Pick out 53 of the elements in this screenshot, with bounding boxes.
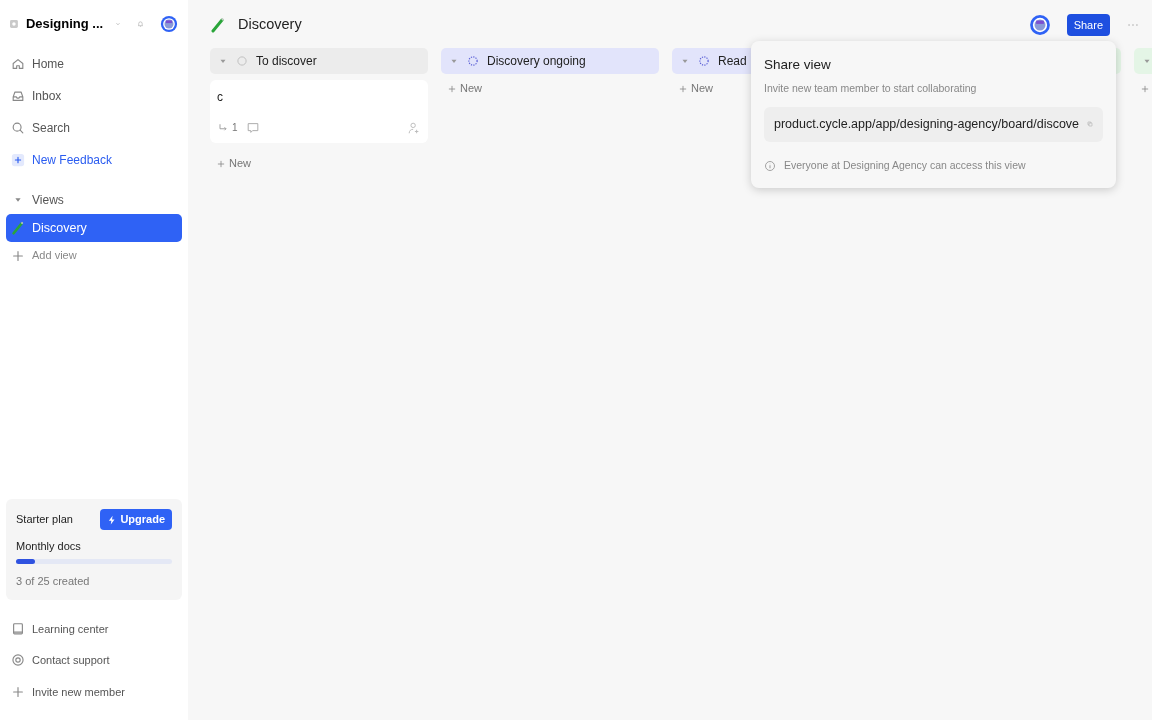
lifebuoy-icon — [11, 653, 25, 668]
progress-icon — [467, 55, 479, 67]
page-title: Discovery — [238, 15, 302, 35]
footer-link[interactable]: Invite new member — [6, 678, 182, 705]
share-button[interactable]: Share — [1066, 13, 1110, 37]
share-link-text: product.cycle.app/app/designing-agency/board/discove — [774, 116, 1080, 133]
popover-subtitle: Invite new team member to start collaborating — [764, 81, 978, 97]
status-circle-icon — [236, 55, 248, 67]
access-note: Everyone at Designing Agency can access this view — [784, 157, 1026, 173]
comment-icon[interactable] — [245, 120, 260, 135]
plus-icon — [11, 152, 25, 167]
new-item-button[interactable]: New — [210, 149, 258, 178]
info-icon — [764, 159, 776, 172]
assign-user-icon[interactable] — [407, 120, 421, 135]
share-link-field[interactable]: product.cycle.app/app/designing-agency/board/discove — [764, 107, 1103, 142]
avatar-icon[interactable] — [160, 14, 178, 33]
link-count: 1 — [232, 121, 238, 135]
feedback-card[interactable]: c 1 — [210, 80, 428, 143]
avatar-icon[interactable] — [1028, 14, 1051, 36]
column-title: Read — [718, 53, 747, 70]
search-icon — [11, 120, 25, 135]
nav-item[interactable]: Search — [6, 113, 182, 142]
plus-icon — [447, 84, 457, 95]
plus-icon — [1140, 84, 1150, 95]
view-item[interactable]: Discovery — [6, 213, 182, 243]
nav-item[interactable]: Inbox — [6, 81, 182, 110]
pencil-icon — [210, 17, 226, 33]
popover-title: Share view — [764, 56, 832, 74]
plus-icon — [678, 84, 688, 95]
new-item-button[interactable]: New — [441, 74, 489, 103]
nav-item[interactable]: New Feedback — [6, 145, 182, 174]
footer-link[interactable]: Learning center — [6, 615, 182, 642]
column-title: Discovery ongoing — [487, 53, 586, 70]
progress-icon — [698, 55, 710, 67]
plus-icon — [216, 159, 226, 170]
plus-icon — [11, 248, 25, 263]
pencil-icon — [11, 220, 25, 235]
add-view-button[interactable]: Add view — [6, 242, 182, 269]
footer-link[interactable]: Contact support — [6, 647, 182, 674]
plus-icon — [11, 684, 25, 699]
views-section-toggle[interactable]: Views — [6, 185, 182, 214]
plan-name: Starter plan — [16, 512, 73, 527]
book-icon — [11, 621, 25, 636]
nav-item[interactable]: Home — [6, 49, 182, 78]
workspace-name[interactable]: Designing ... — [25, 14, 104, 34]
upgrade-button[interactable]: Upgrade — [100, 509, 172, 530]
card-title: c — [217, 89, 224, 106]
new-item-button[interactable]: New — [672, 74, 720, 103]
meter-label: Monthly docs — [16, 538, 82, 554]
usage-reading: 3 of 25 created — [16, 574, 91, 589]
home-icon — [11, 56, 25, 71]
column-title: To discover — [256, 53, 317, 70]
inbox-icon — [11, 88, 25, 103]
